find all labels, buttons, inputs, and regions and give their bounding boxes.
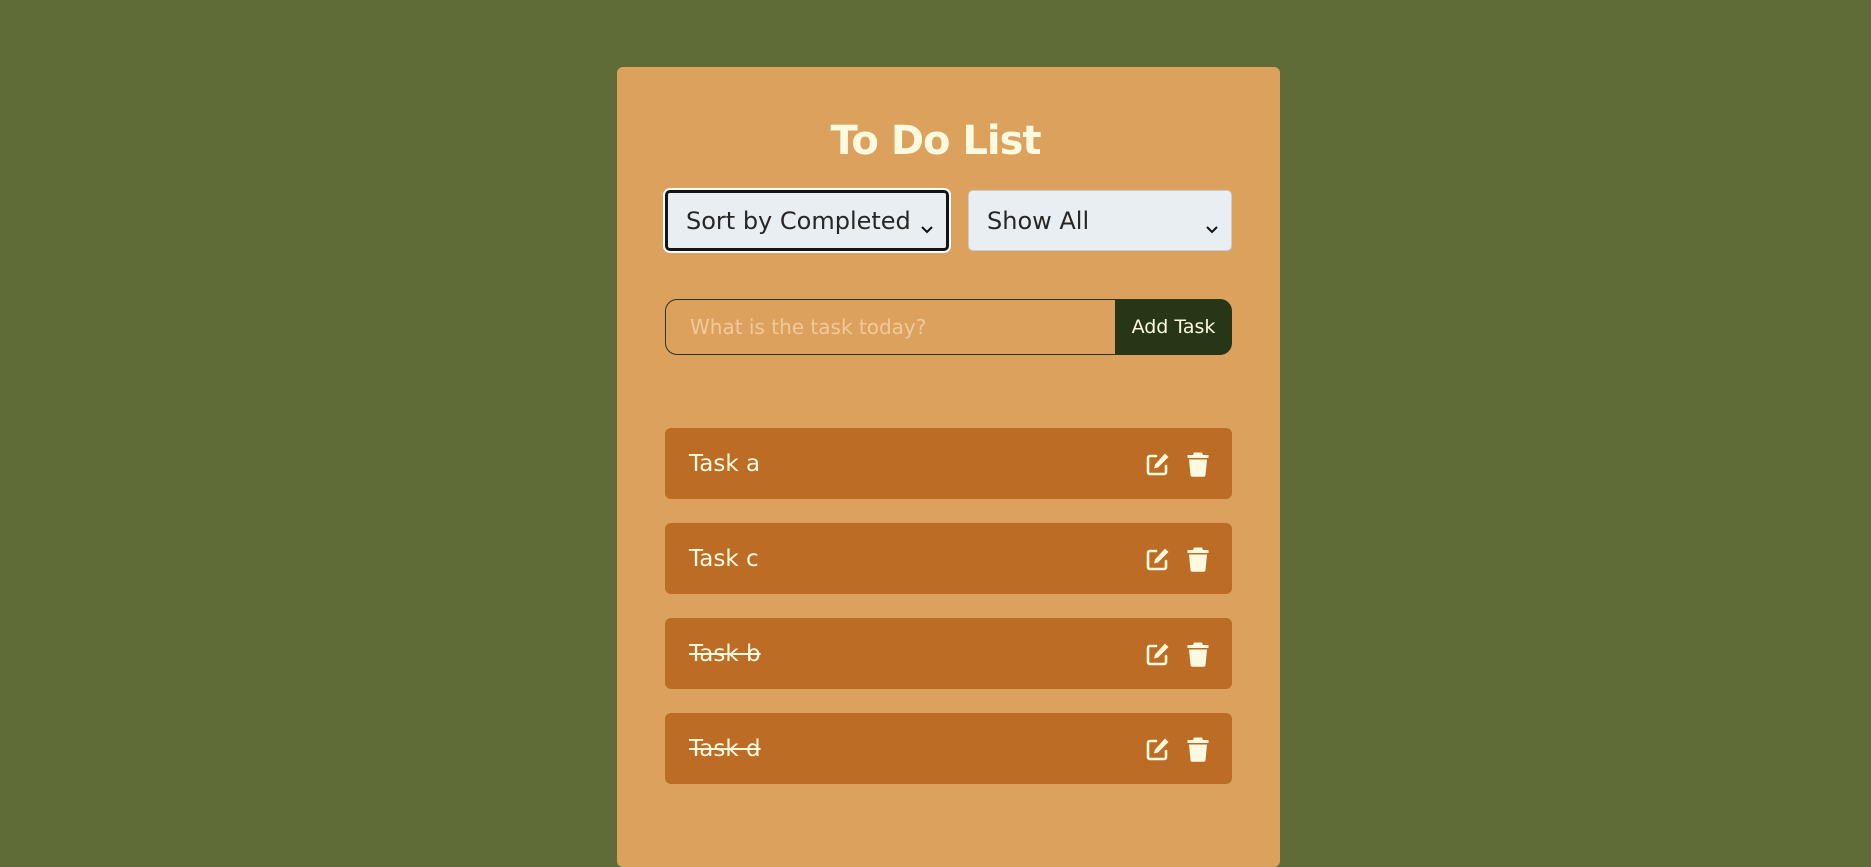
filter-select[interactable]: Show All: [968, 190, 1232, 251]
task-label[interactable]: Task a: [689, 451, 760, 477]
sort-select[interactable]: Sort by Completed: [665, 190, 949, 251]
task-label[interactable]: Task c: [689, 546, 759, 572]
sort-select-value: Sort by Completed: [686, 206, 911, 235]
add-task-button[interactable]: Add Task: [1115, 299, 1232, 355]
edit-icon[interactable]: [1145, 451, 1171, 477]
task-input[interactable]: [665, 299, 1116, 355]
task-item[interactable]: Task d: [665, 713, 1232, 784]
edit-icon[interactable]: [1145, 736, 1171, 762]
page-title: To Do List: [830, 118, 1041, 164]
edit-icon[interactable]: [1145, 546, 1171, 572]
task-label[interactable]: Task d: [689, 736, 761, 762]
trash-icon[interactable]: [1186, 641, 1210, 667]
edit-icon[interactable]: [1145, 641, 1171, 667]
trash-icon[interactable]: [1186, 546, 1210, 572]
chevron-down-icon: [920, 214, 934, 233]
task-item[interactable]: Task b: [665, 618, 1232, 689]
task-item[interactable]: Task a: [665, 428, 1232, 499]
filter-select-value: Show All: [987, 206, 1090, 235]
trash-icon[interactable]: [1186, 736, 1210, 762]
task-label[interactable]: Task b: [689, 641, 761, 667]
chevron-down-icon: [1205, 214, 1219, 233]
task-item[interactable]: Task c: [665, 523, 1232, 594]
trash-icon[interactable]: [1186, 451, 1210, 477]
